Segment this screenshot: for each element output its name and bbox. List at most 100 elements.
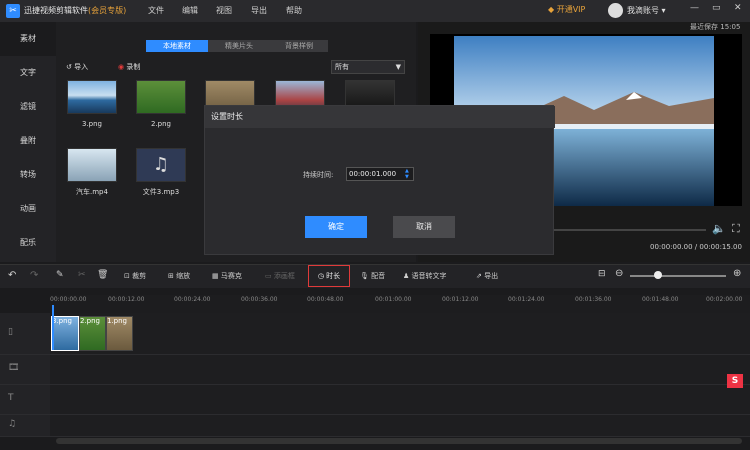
speech-to-text-button[interactable]: ♟ 语音转文字 bbox=[403, 271, 447, 281]
media-label: 汽车.mp4 bbox=[76, 188, 108, 196]
clock-icon: ◷ bbox=[317, 272, 327, 280]
mosaic-icon: ▦ bbox=[212, 272, 221, 280]
import-button[interactable]: ↺ 导入 bbox=[66, 62, 88, 72]
crop-label: 裁剪 bbox=[132, 272, 147, 280]
zoom-button[interactable]: ⊞ 缩放 bbox=[168, 271, 190, 281]
record-button[interactable]: ◉ 录制 bbox=[118, 62, 140, 72]
media-thumb[interactable] bbox=[67, 148, 117, 182]
timeline-clip[interactable]: 3.png bbox=[51, 316, 79, 351]
volume-icon[interactable]: 🔈 bbox=[712, 222, 726, 235]
mosaic-label: 马赛克 bbox=[220, 272, 242, 280]
menu-help[interactable]: 帮助 bbox=[286, 5, 302, 16]
cut-icon[interactable]: ✂ bbox=[78, 270, 86, 280]
clip-label: 2.png bbox=[80, 317, 101, 325]
export-icon: ⇗ bbox=[476, 272, 485, 280]
fullscreen-icon[interactable]: ⛶ bbox=[732, 222, 740, 236]
menu-view[interactable]: 视图 bbox=[216, 5, 232, 16]
tab-background[interactable]: 背景样例 bbox=[270, 40, 328, 52]
avatar[interactable] bbox=[608, 3, 623, 18]
ruler-tick: 00:00:12.00 bbox=[108, 296, 145, 303]
tray-s-icon[interactable]: S bbox=[727, 374, 743, 388]
vip-label: 开通VIP bbox=[556, 5, 586, 14]
fit-icon[interactable]: ⊟ bbox=[598, 269, 606, 279]
set-duration-dialog: 设置时长 持续时间: 00:00:01.000 ▲ ▼ 确定 取消 bbox=[204, 105, 555, 255]
edit-icon[interactable]: ✎ bbox=[56, 270, 64, 280]
sidebar-item-filter[interactable]: 滤镜 bbox=[0, 90, 56, 124]
filter-value: 所有 bbox=[335, 63, 349, 71]
timeline-ruler[interactable]: 00:00:00.00 00:00:12.00 00:00:24.00 00:0… bbox=[50, 295, 750, 313]
duration-field-label: 持续时间: bbox=[303, 171, 334, 179]
add-pip-button[interactable]: ▭ 添画框 bbox=[265, 271, 295, 281]
total-time: 00:00:15.00 bbox=[699, 243, 742, 251]
track-header-text: T bbox=[0, 385, 50, 415]
minimize-button[interactable]: — bbox=[690, 3, 699, 13]
ruler-tick: 00:00:00.00 bbox=[50, 296, 87, 303]
sidebar-item-transition[interactable]: 转场 bbox=[0, 158, 56, 192]
media-thumb[interactable] bbox=[136, 80, 186, 114]
sidebar-item-overlay[interactable]: 叠附 bbox=[0, 124, 56, 158]
crop-icon: ⊡ bbox=[124, 272, 133, 280]
zoom-in-icon[interactable]: ⊕ bbox=[733, 268, 741, 279]
zoom-slider[interactable] bbox=[630, 275, 726, 277]
vip-button[interactable]: ◆ 开通VIP bbox=[548, 4, 585, 15]
timeline-clip[interactable]: 1.png bbox=[106, 316, 133, 351]
track-lane-video[interactable] bbox=[50, 355, 750, 385]
speech-to-text-label: 语音转文字 bbox=[411, 272, 447, 280]
track-lane-text[interactable] bbox=[50, 385, 750, 415]
sidebar-item-animation[interactable]: 动画 bbox=[0, 192, 56, 226]
audio-thumb[interactable]: ♫ bbox=[136, 148, 186, 182]
zoom-out-icon[interactable]: ⊖ bbox=[615, 268, 623, 279]
sidebar-item-text[interactable]: 文字 bbox=[0, 56, 56, 90]
chevron-down-icon: ▼ bbox=[395, 63, 401, 71]
filter-select[interactable]: 所有 ▼ bbox=[331, 60, 405, 74]
ruler-tick: 00:01:00.00 bbox=[375, 296, 412, 303]
tab-local-material[interactable]: 本地素材 bbox=[146, 40, 208, 52]
duration-button[interactable]: ◷ 时长 bbox=[308, 265, 350, 287]
save-status-time: 15:05 bbox=[720, 23, 741, 31]
tab-intro[interactable]: 精美片头 bbox=[208, 40, 270, 52]
cancel-button[interactable]: 取消 bbox=[393, 216, 455, 238]
redo-icon[interactable]: ↷ bbox=[30, 270, 38, 281]
sidebar-item-material[interactable]: 素材 bbox=[0, 22, 56, 56]
spinner-down-icon[interactable]: ▼ bbox=[405, 174, 409, 180]
dialog-title: 设置时长 bbox=[205, 106, 555, 128]
import-icon: ↺ bbox=[66, 63, 75, 71]
record-label: 录制 bbox=[126, 63, 141, 71]
timeline-scrollbar[interactable] bbox=[56, 438, 742, 444]
ruler-tick: 00:00:24.00 bbox=[174, 296, 211, 303]
zoom-label: 缩放 bbox=[176, 272, 191, 280]
menu-file[interactable]: 文件 bbox=[148, 5, 164, 16]
undo-icon[interactable]: ↶ bbox=[8, 270, 16, 281]
zoom-slider-handle[interactable] bbox=[654, 271, 662, 279]
maximize-button[interactable]: ▭ bbox=[712, 3, 721, 13]
mosaic-button[interactable]: ▦ 马赛克 bbox=[212, 271, 242, 281]
member-badge: (会员专版) bbox=[88, 6, 127, 15]
pip-icon: ▭ bbox=[265, 272, 274, 280]
media-thumb[interactable] bbox=[67, 80, 117, 114]
duration-input[interactable]: 00:00:01.000 bbox=[346, 167, 414, 181]
confirm-button[interactable]: 确定 bbox=[305, 216, 367, 238]
duration-spinner[interactable]: ▲ ▼ bbox=[405, 168, 409, 180]
account-button[interactable]: 我滴账号 ▾ bbox=[627, 5, 666, 16]
crop-button[interactable]: ⊡ 裁剪 bbox=[124, 271, 146, 281]
track-lane-music[interactable] bbox=[50, 415, 750, 437]
speech-icon: ♟ bbox=[403, 272, 412, 280]
close-button[interactable]: ✕ bbox=[734, 3, 742, 13]
delete-icon[interactable]: 🗑 bbox=[97, 270, 108, 280]
export-button[interactable]: ⇗ 导出 bbox=[476, 271, 498, 281]
media-label: 2.png bbox=[150, 120, 171, 128]
ruler-tick: 00:01:12.00 bbox=[442, 296, 479, 303]
menu-edit[interactable]: 编辑 bbox=[182, 5, 198, 16]
app-title: 迅捷视频剪辑软件(会员专版) bbox=[24, 5, 126, 16]
menu-export[interactable]: 导出 bbox=[251, 5, 267, 16]
timeline-clip[interactable]: 2.png bbox=[79, 316, 106, 351]
save-status: 最近保存 15:05 bbox=[690, 22, 740, 32]
music-note-icon: ♫ bbox=[8, 419, 17, 429]
dub-button[interactable]: 🎙 配音 bbox=[360, 271, 385, 281]
playhead[interactable] bbox=[52, 305, 54, 350]
track-lane-main[interactable] bbox=[50, 313, 750, 355]
export-label: 导出 bbox=[484, 272, 499, 280]
music-note-icon: ♫ bbox=[152, 154, 170, 175]
sidebar-item-music[interactable]: 配乐 bbox=[0, 226, 56, 260]
ruler-tick: 00:02:00.00 bbox=[706, 296, 743, 303]
